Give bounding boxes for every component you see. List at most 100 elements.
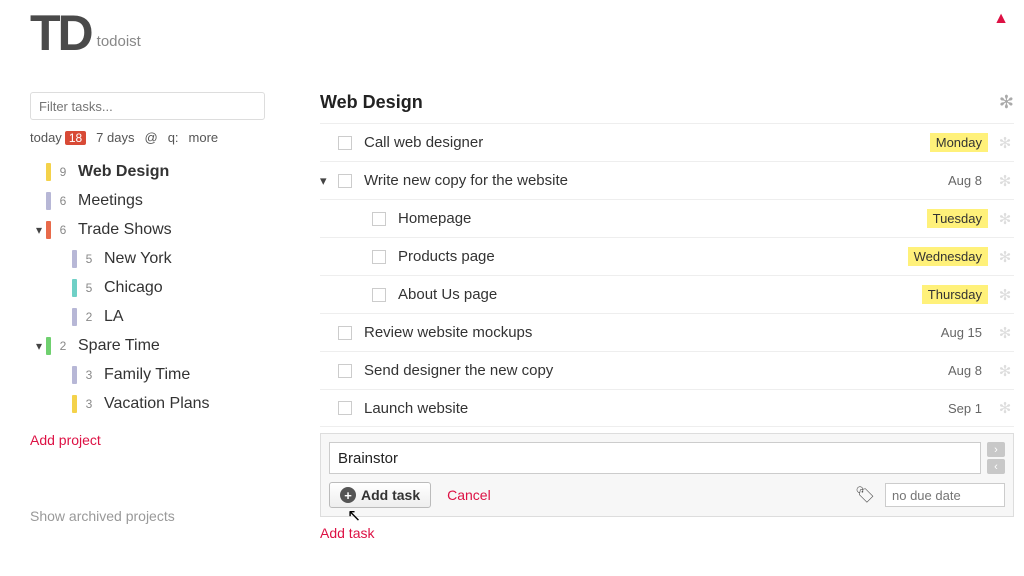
chevron-down-icon[interactable]: ▾ (32, 339, 46, 353)
chevron-down-icon[interactable]: ▾ (32, 223, 46, 237)
task-due: Monday (930, 133, 988, 152)
task-checkbox[interactable] (338, 364, 352, 378)
task-due: Sep 1 (942, 399, 988, 418)
project-settings-gear-icon[interactable]: ✻ (999, 92, 1014, 113)
add-task-panel: › ‹ + Add task Cancel 🏷 (320, 433, 1014, 517)
task-row[interactable]: Call web designerMonday ✻ (320, 123, 1014, 161)
project-count: 3 (82, 368, 96, 382)
task-row[interactable]: Send designer the new copyAug 8 ✻ (320, 351, 1014, 389)
task-checkbox[interactable] (338, 136, 352, 150)
quick-filters: today18 7 days @ q: more (30, 130, 265, 145)
filter-q[interactable]: q: (168, 130, 179, 145)
filter-today[interactable]: today18 (30, 130, 86, 145)
task-name: About Us page (398, 286, 922, 303)
project-name: Trade Shows (78, 221, 172, 239)
new-task-input[interactable] (329, 442, 981, 474)
indent-arrows: › ‹ (987, 442, 1005, 474)
project-name: Chicago (104, 279, 163, 297)
project-count: 9 (56, 165, 70, 179)
task-due: Tuesday (927, 209, 988, 228)
today-count-badge: 18 (65, 131, 86, 145)
tag-icon[interactable]: 🏷 (855, 485, 875, 505)
task-gear-icon[interactable]: ✻ (996, 362, 1014, 380)
main-panel: Web Design ✻ Call web designerMonday✻▾Wr… (320, 92, 1014, 541)
project-color-bar (72, 250, 77, 268)
project-color-bar (72, 308, 77, 326)
project-color-bar (46, 337, 51, 355)
project-item[interactable]: ▾ 2 Spare Time (30, 331, 265, 360)
filter-at[interactable]: @ (144, 130, 157, 145)
app-name: todoist (97, 33, 141, 50)
task-gear-icon[interactable]: ✻ (996, 210, 1014, 228)
task-due: Wednesday (908, 247, 988, 266)
project-count: 2 (82, 310, 96, 324)
task-list: Call web designerMonday ✻ ▾ Write new copy … (320, 123, 1014, 427)
task-row[interactable]: Launch websiteSep 1✻ (320, 389, 1014, 427)
show-archived-link[interactable]: Show archived projects (30, 508, 265, 524)
sidebar: today18 7 days @ q: more 9Web Design6Mee… (30, 92, 265, 524)
project-item[interactable]: 6Meetings (30, 186, 265, 215)
project-item[interactable]: ▾ 6 Trade Shows (30, 215, 265, 244)
project-count: 5 (82, 252, 96, 266)
task-name: Homepage (398, 210, 927, 227)
add-project-link[interactable]: Add project (30, 432, 265, 448)
task-name: Review website mockups (364, 324, 935, 341)
project-item[interactable]: 3Family Time (30, 360, 265, 389)
due-date-input[interactable] (885, 483, 1005, 507)
project-count: 2 (56, 339, 70, 353)
project-item[interactable]: 3 Vacation Plans (30, 389, 265, 418)
task-row[interactable]: Products pageWednesday ✻ (320, 237, 1014, 275)
task-name: Write new copy for the website (364, 172, 942, 189)
project-item[interactable]: 5Chicago (30, 273, 265, 302)
task-gear-icon[interactable]: ✻ (996, 399, 1014, 417)
project-item[interactable]: 9 Web Design (30, 157, 265, 186)
filter-more[interactable]: more (189, 130, 219, 145)
project-color-bar (46, 192, 51, 210)
project-item[interactable]: 5New York (30, 244, 265, 273)
chevron-down-icon[interactable]: ▾ (320, 173, 338, 189)
task-due: Thursday (922, 285, 988, 304)
task-checkbox[interactable] (338, 326, 352, 340)
add-task-link[interactable]: Add task (320, 525, 374, 541)
project-color-bar (72, 366, 77, 384)
task-due: Aug 8 (942, 361, 988, 380)
task-checkbox[interactable] (372, 212, 386, 226)
task-name: Send designer the new copy (364, 362, 942, 379)
add-task-button-label: Add task (361, 487, 420, 503)
indent-right-icon[interactable]: › (987, 442, 1005, 457)
task-checkbox[interactable] (338, 401, 352, 415)
task-row[interactable]: Review website mockupsAug 15✻ (320, 313, 1014, 351)
task-gear-icon[interactable]: ✻ (996, 134, 1014, 152)
task-checkbox[interactable] (338, 174, 352, 188)
app-logo: TD todoist (30, 8, 141, 58)
project-count: 6 (56, 223, 70, 237)
project-name: Meetings (78, 192, 143, 210)
logo-mark: TD (30, 8, 91, 58)
project-list: 9 Web Design 6Meetings ▾ 6 Trade Shows 5New Yo… (30, 157, 265, 418)
task-checkbox[interactable] (372, 250, 386, 264)
project-name: Vacation Plans (104, 395, 210, 413)
project-name: Web Design (78, 163, 169, 181)
project-item[interactable]: 2LA (30, 302, 265, 331)
cancel-link[interactable]: Cancel (447, 487, 491, 503)
task-name: Call web designer (364, 134, 930, 151)
project-color-bar (72, 395, 77, 413)
task-gear-icon[interactable]: ✻ (996, 286, 1014, 304)
task-row[interactable]: HomepageTuesday ✻ (320, 199, 1014, 237)
task-name: Products page (398, 248, 908, 265)
task-gear-icon[interactable]: ✻ (996, 324, 1014, 342)
project-name: Spare Time (78, 337, 160, 355)
task-gear-icon[interactable]: ✻ (996, 248, 1014, 266)
alert-warning-icon[interactable]: ▲ (993, 10, 1009, 28)
task-checkbox[interactable] (372, 288, 386, 302)
indent-left-icon[interactable]: ‹ (987, 459, 1005, 474)
filter-7days[interactable]: 7 days (96, 130, 134, 145)
task-row[interactable]: ▾ Write new copy for the websiteAug 8 ✻ (320, 161, 1014, 199)
add-task-button[interactable]: + Add task (329, 482, 431, 508)
task-row[interactable]: About Us pageThursday ✻ (320, 275, 1014, 313)
task-gear-icon[interactable]: ✻ (996, 172, 1014, 190)
filter-input[interactable] (30, 92, 265, 120)
project-count: 3 (82, 397, 96, 411)
task-due: Aug 8 (942, 171, 988, 190)
project-color-bar (72, 279, 77, 297)
